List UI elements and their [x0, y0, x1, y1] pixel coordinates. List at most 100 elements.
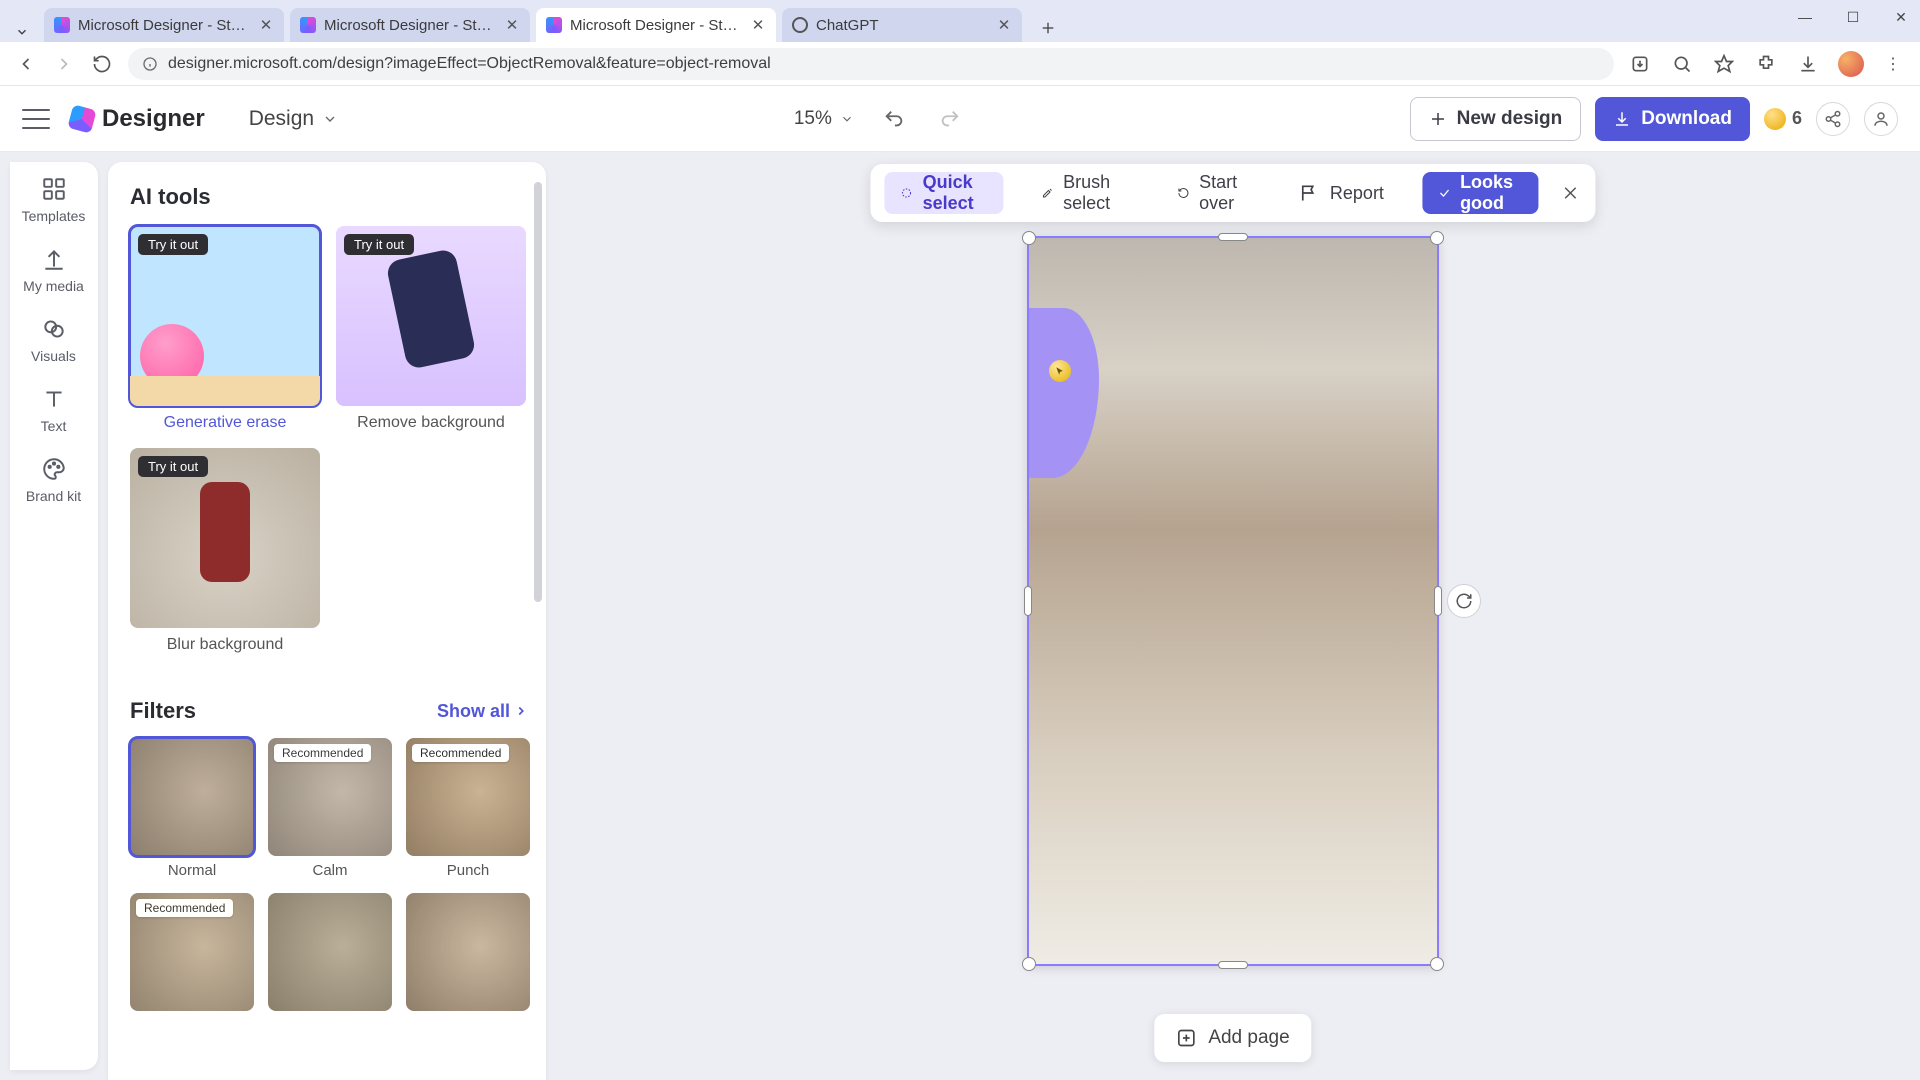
- chevron-right-icon: [514, 704, 528, 718]
- redo-button[interactable]: [934, 103, 966, 135]
- zoom-icon[interactable]: [1670, 52, 1694, 76]
- resize-handle[interactable]: [1218, 961, 1248, 969]
- try-badge: Try it out: [138, 456, 208, 477]
- browser-menu-icon[interactable]: ⋮: [1882, 52, 1906, 76]
- tool-thumb: Try it out: [336, 226, 526, 406]
- window-minimize-icon[interactable]: ―: [1792, 4, 1818, 30]
- designer-favicon-icon: [546, 17, 562, 33]
- side-panel: AI tools Try it out Generative erase Try…: [108, 162, 546, 1080]
- report-button[interactable]: Report: [1284, 172, 1400, 214]
- tool-remove-background[interactable]: Try it out Remove background: [336, 226, 526, 432]
- share-button[interactable]: [1816, 102, 1850, 136]
- resize-handle[interactable]: [1022, 957, 1036, 971]
- check-icon: [1438, 183, 1450, 203]
- filter-label: Normal: [130, 862, 254, 879]
- filter-item[interactable]: Recommended: [130, 893, 254, 1011]
- resize-handle[interactable]: [1430, 957, 1444, 971]
- toolbar-close-button[interactable]: [1560, 176, 1582, 210]
- add-page-button[interactable]: Add page: [1154, 1014, 1311, 1062]
- tool-thumb: Try it out: [130, 226, 320, 406]
- filter-item[interactable]: [406, 893, 530, 1011]
- zoom-dropdown[interactable]: 15%: [794, 108, 854, 130]
- new-design-button[interactable]: New design: [1410, 97, 1582, 141]
- close-icon[interactable]: ✕: [750, 17, 766, 33]
- tool-label: Generative erase: [130, 414, 320, 432]
- filter-thumb: [406, 893, 530, 1011]
- browser-chrome: Microsoft Designer - Stunning ✕ Microsof…: [0, 0, 1920, 86]
- filter-normal[interactable]: Normal: [130, 738, 254, 879]
- coin-icon: [1764, 108, 1786, 130]
- resize-handle[interactable]: [1434, 586, 1442, 616]
- tool-blur-background[interactable]: Try it out Blur background: [130, 448, 320, 654]
- filter-item[interactable]: [268, 893, 392, 1011]
- close-icon[interactable]: ✕: [258, 17, 274, 33]
- show-all-link[interactable]: Show all: [437, 701, 528, 722]
- looks-good-label: Looks good: [1460, 172, 1522, 214]
- downloads-icon[interactable]: [1796, 52, 1820, 76]
- close-icon[interactable]: ✕: [504, 17, 520, 33]
- tool-generative-erase[interactable]: Try it out Generative erase: [130, 226, 320, 432]
- tool-label: Blur background: [130, 636, 320, 654]
- filter-thumb: [130, 738, 254, 856]
- rail-brand-kit[interactable]: Brand kit: [18, 456, 90, 504]
- account-button[interactable]: [1864, 102, 1898, 136]
- new-tab-button[interactable]: [1034, 14, 1062, 42]
- browser-tab[interactable]: Microsoft Designer - Stunning ✕: [290, 8, 530, 42]
- rail-label: Templates: [22, 208, 86, 224]
- browser-tab-active[interactable]: Microsoft Designer - Stunning ✕: [536, 8, 776, 42]
- coins-counter[interactable]: 6: [1764, 108, 1802, 130]
- site-info-icon[interactable]: [142, 56, 158, 72]
- menu-hamburger-icon[interactable]: [22, 109, 50, 129]
- rail-visuals[interactable]: Visuals: [18, 316, 90, 364]
- start-over-button[interactable]: Start over: [1161, 172, 1262, 214]
- browser-tab[interactable]: ChatGPT ✕: [782, 8, 1022, 42]
- nav-reload-icon[interactable]: [90, 52, 114, 76]
- restart-icon: [1177, 183, 1189, 203]
- rail-my-media[interactable]: My media: [18, 246, 90, 294]
- brush-select-button[interactable]: Brush select: [1025, 172, 1139, 214]
- bookmark-star-icon[interactable]: [1712, 52, 1736, 76]
- zoom-value: 15%: [794, 108, 832, 130]
- nav-back-icon[interactable]: [14, 52, 38, 76]
- download-label: Download: [1641, 108, 1732, 130]
- rail-text[interactable]: Text: [18, 386, 90, 434]
- filter-punch[interactable]: Recommended Punch: [406, 738, 530, 879]
- extensions-icon[interactable]: [1754, 52, 1778, 76]
- filter-thumb: Recommended: [268, 738, 392, 856]
- resize-handle[interactable]: [1024, 586, 1032, 616]
- resize-handle[interactable]: [1430, 231, 1444, 245]
- tabs-menu-chevron-icon[interactable]: [12, 22, 32, 42]
- window-close-icon[interactable]: ✕: [1888, 4, 1914, 30]
- scrollbar-thumb[interactable]: [534, 182, 542, 602]
- report-label: Report: [1330, 183, 1384, 204]
- filter-thumb: Recommended: [406, 738, 530, 856]
- quick-select-button[interactable]: Quick select: [884, 172, 1003, 214]
- brand-logo[interactable]: Designer: [70, 105, 205, 133]
- design-menu[interactable]: Design: [237, 101, 350, 137]
- rail-label: Visuals: [31, 348, 76, 364]
- browser-tab[interactable]: Microsoft Designer - Stunning ✕: [44, 8, 284, 42]
- rail-templates[interactable]: Templates: [18, 176, 90, 224]
- tool-thumb: Try it out: [130, 448, 320, 628]
- show-all-label: Show all: [437, 701, 510, 722]
- close-icon[interactable]: ✕: [996, 17, 1012, 33]
- canvas-area[interactable]: Quick select Brush select Start over Rep…: [546, 152, 1920, 1080]
- profile-avatar-icon[interactable]: [1838, 51, 1864, 77]
- try-badge: Try it out: [138, 234, 208, 255]
- design-menu-label: Design: [249, 107, 314, 131]
- download-button[interactable]: Download: [1595, 97, 1750, 141]
- app-root: Designer Design 15% New design Download: [0, 86, 1920, 1080]
- install-app-icon[interactable]: [1628, 52, 1652, 76]
- rotate-handle[interactable]: [1447, 584, 1481, 618]
- resize-handle[interactable]: [1022, 231, 1036, 245]
- undo-button[interactable]: [878, 103, 910, 135]
- nav-forward-icon[interactable]: [52, 52, 76, 76]
- canvas-image[interactable]: [1027, 236, 1439, 966]
- filter-calm[interactable]: Recommended Calm: [268, 738, 392, 879]
- window-maximize-icon[interactable]: ☐: [1840, 4, 1866, 30]
- address-input[interactable]: designer.microsoft.com/design?imageEffec…: [128, 48, 1614, 80]
- app-body: Templates My media Visuals Text Brand ki…: [0, 152, 1920, 1080]
- resize-handle[interactable]: [1218, 233, 1248, 241]
- looks-good-button[interactable]: Looks good: [1422, 172, 1538, 214]
- filters-heading: Filters: [130, 698, 196, 724]
